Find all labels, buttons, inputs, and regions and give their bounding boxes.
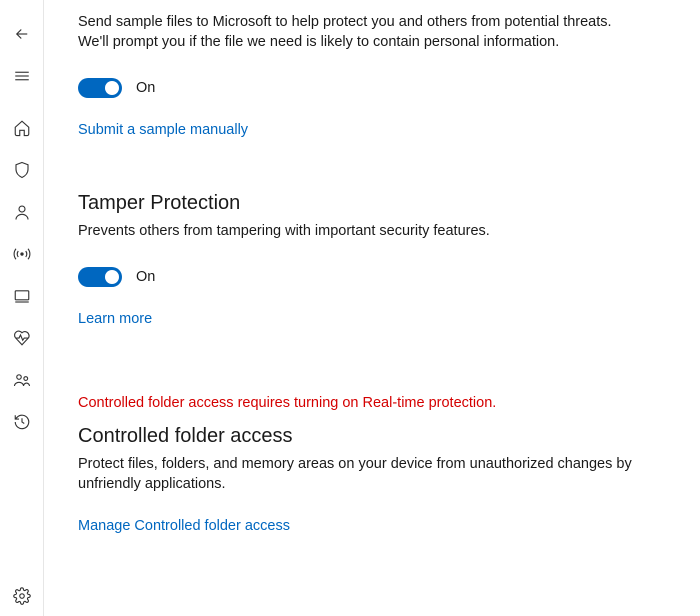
broadcast-icon — [13, 245, 31, 263]
controlled-folder-section: Controlled folder access requires turnin… — [78, 395, 666, 534]
heart-pulse-icon — [13, 329, 31, 347]
nav-home[interactable] — [2, 108, 42, 148]
controlled-folder-warning: Controlled folder access requires turnin… — [78, 395, 666, 411]
tamper-protection-toggle-label: On — [136, 269, 155, 285]
tamper-learn-more-link[interactable]: Learn more — [78, 311, 152, 327]
sample-submission-toggle-label: On — [136, 80, 155, 96]
toggle-knob — [105, 81, 119, 95]
sample-submission-description: Send sample files to Microsoft to help p… — [78, 12, 638, 52]
sample-submission-section: Send sample files to Microsoft to help p… — [78, 12, 666, 138]
back-button[interactable] — [2, 14, 42, 54]
gear-icon — [13, 587, 31, 605]
nav-app-browser[interactable] — [2, 276, 42, 316]
tamper-protection-section: Tamper Protection Prevents others from t… — [78, 192, 666, 327]
nav-account-protection[interactable] — [2, 192, 42, 232]
sidebar — [0, 0, 44, 616]
home-icon — [13, 119, 31, 137]
toggle-knob — [105, 270, 119, 284]
controlled-folder-heading: Controlled folder access — [78, 425, 666, 448]
nav-firewall[interactable] — [2, 234, 42, 274]
tamper-protection-description: Prevents others from tampering with impo… — [78, 221, 638, 241]
tamper-protection-toggle[interactable] — [78, 267, 122, 287]
people-icon — [13, 371, 31, 389]
nav-device-performance[interactable] — [2, 318, 42, 358]
history-icon — [13, 413, 31, 431]
main-content: Send sample files to Microsoft to help p… — [44, 0, 700, 616]
arrow-left-icon — [13, 25, 31, 43]
manage-controlled-folder-link[interactable]: Manage Controlled folder access — [78, 518, 290, 534]
nav-settings[interactable] — [2, 576, 42, 616]
sample-submission-toggle[interactable] — [78, 78, 122, 98]
monitor-icon — [13, 287, 31, 305]
nav-protection-history[interactable] — [2, 402, 42, 442]
hamburger-icon — [13, 67, 31, 85]
controlled-folder-description: Protect files, folders, and memory areas… — [78, 454, 638, 494]
tamper-protection-heading: Tamper Protection — [78, 192, 666, 215]
nav-virus-protection[interactable] — [2, 150, 42, 190]
menu-button[interactable] — [2, 56, 42, 96]
person-icon — [13, 203, 31, 221]
nav-family[interactable] — [2, 360, 42, 400]
submit-sample-link[interactable]: Submit a sample manually — [78, 122, 248, 138]
shield-icon — [13, 161, 31, 179]
